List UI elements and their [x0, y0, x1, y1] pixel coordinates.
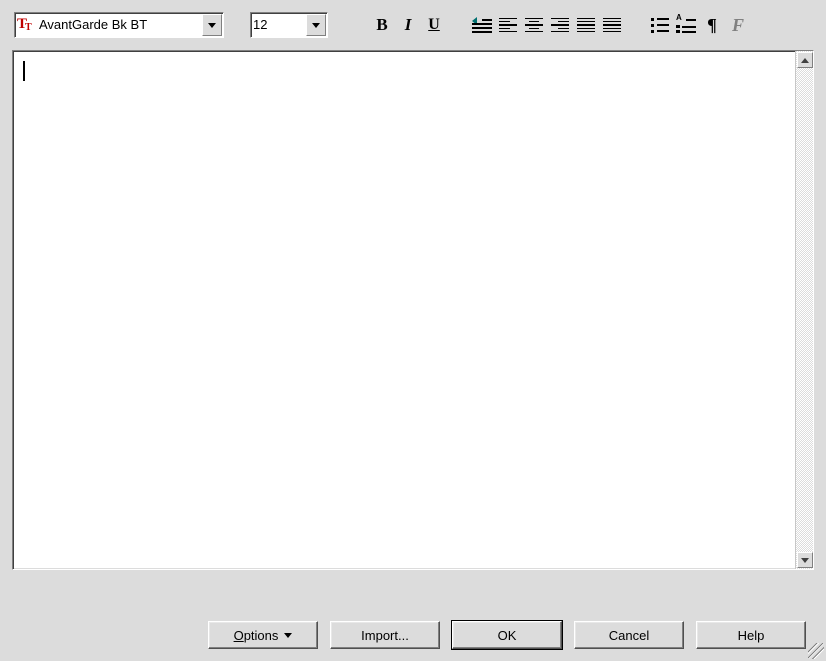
align-right-button[interactable] — [548, 13, 572, 37]
ok-button[interactable]: OK — [452, 621, 562, 649]
cancel-button[interactable]: Cancel — [574, 621, 684, 649]
scroll-down-button[interactable] — [797, 552, 813, 568]
truetype-icon: TT — [15, 18, 37, 32]
dropdown-arrow-icon — [284, 633, 292, 638]
text-caret — [23, 61, 25, 81]
formatting-toolbar: TT AvantGarde Bk BT 12 B I U — [0, 0, 826, 44]
dialog-button-row: Options Import... OK Cancel Help — [208, 621, 806, 649]
vertical-scrollbar[interactable] — [795, 51, 813, 569]
options-button[interactable]: Options — [208, 621, 318, 649]
font-style-group: B I U — [370, 13, 446, 37]
align-center-button[interactable] — [522, 13, 546, 37]
cancel-label: Cancel — [609, 628, 649, 643]
font-family-dropdown-arrow[interactable] — [202, 14, 222, 36]
chevron-down-icon — [801, 558, 809, 563]
justify-button[interactable] — [574, 13, 598, 37]
font-size-value: 12 — [251, 13, 305, 37]
help-button[interactable]: Help — [696, 621, 806, 649]
alignment-group — [470, 13, 624, 37]
numbered-list-icon — [676, 17, 696, 33]
font-format-button[interactable]: F — [726, 13, 750, 37]
options-label-rest: ptions — [244, 628, 279, 643]
numbered-list-button[interactable] — [674, 13, 698, 37]
no-wrap-icon — [472, 17, 492, 33]
import-label: Import... — [361, 628, 409, 643]
ok-label: OK — [498, 628, 517, 643]
bold-icon: B — [376, 15, 387, 35]
list-group: ¶ F — [648, 13, 750, 37]
italic-button[interactable]: I — [396, 13, 420, 37]
underline-icon: U — [428, 16, 440, 34]
align-right-icon — [551, 18, 569, 32]
no-wrap-button[interactable] — [470, 13, 494, 37]
help-label: Help — [738, 628, 765, 643]
bold-button[interactable]: B — [370, 13, 394, 37]
font-family-value: AvantGarde Bk BT — [37, 13, 201, 37]
underline-button[interactable]: U — [422, 13, 446, 37]
text-editor[interactable] — [13, 51, 795, 569]
font-format-icon: F — [732, 15, 744, 36]
text-editor-container — [12, 50, 814, 570]
font-size-dropdown-arrow[interactable] — [306, 14, 326, 36]
bullet-list-button[interactable] — [648, 13, 672, 37]
font-size-combo[interactable]: 12 — [250, 12, 328, 38]
bullet-list-icon — [651, 18, 669, 33]
scroll-up-button[interactable] — [797, 52, 813, 68]
italic-icon: I — [405, 15, 412, 35]
resize-grip[interactable] — [808, 643, 824, 659]
align-left-icon — [499, 18, 517, 32]
font-family-combo[interactable]: TT AvantGarde Bk BT — [14, 12, 224, 38]
show-codes-button[interactable]: ¶ — [700, 13, 724, 37]
import-button[interactable]: Import... — [330, 621, 440, 649]
align-center-icon — [525, 18, 543, 32]
force-justify-icon — [603, 18, 621, 32]
chevron-up-icon — [801, 58, 809, 63]
justify-icon — [577, 18, 595, 32]
pilcrow-icon: ¶ — [707, 15, 717, 36]
align-left-button[interactable] — [496, 13, 520, 37]
force-justify-button[interactable] — [600, 13, 624, 37]
